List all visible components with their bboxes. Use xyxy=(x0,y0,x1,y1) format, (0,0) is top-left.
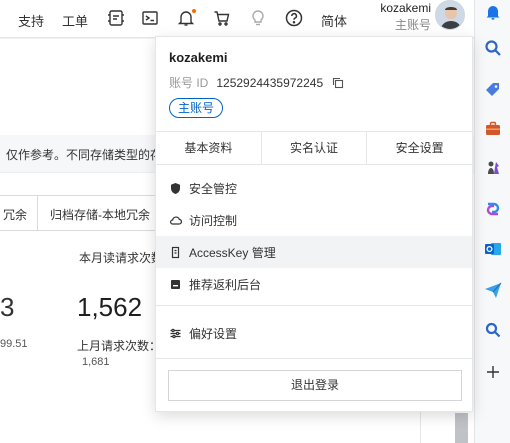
key-icon xyxy=(168,245,182,259)
sliders-icon xyxy=(168,326,182,340)
copilot-icon[interactable] xyxy=(483,199,503,219)
icp-icon[interactable] xyxy=(104,6,128,30)
tab-security-settings[interactable]: 安全设置 xyxy=(367,132,472,164)
logout-button[interactable]: 退出登录 xyxy=(168,370,462,401)
scrollbar-thumb[interactable] xyxy=(452,413,468,443)
account-dropdown: kozakemi 账号 ID 1252924435972245 主账号 基本资料… xyxy=(155,36,473,412)
menu-label: 推荐返利后台 xyxy=(189,277,262,292)
search-small-icon[interactable] xyxy=(483,320,503,340)
tab-real-name[interactable]: 实名认证 xyxy=(262,132,368,164)
language-switch[interactable]: 简体 xyxy=(321,11,347,30)
menu-label: 安全管控 xyxy=(189,181,238,196)
top-bar: 支持 工单 简体 kozakemi 主账号 xyxy=(0,0,474,38)
profile-tabs: 基本资料 实名认证 安全设置 xyxy=(156,131,472,165)
terminal-icon[interactable] xyxy=(138,6,162,30)
account-id-label: 账号 ID xyxy=(169,76,209,90)
bell-icon[interactable] xyxy=(174,6,198,30)
stat-value: 1,562 xyxy=(77,292,143,322)
account-name: kozakemi xyxy=(169,50,228,65)
role-badge: 主账号 xyxy=(169,98,224,118)
menu-security-control[interactable]: 安全管控 xyxy=(156,172,472,204)
account-role-label: 主账号 xyxy=(394,18,431,32)
menu-divider xyxy=(156,305,472,306)
stat-prev-label: 上月请求次数： xyxy=(77,339,162,353)
copy-icon[interactable] xyxy=(332,77,344,89)
stat-label: 本月读请求次数 xyxy=(79,251,164,265)
account-id-row: 账号 ID 1252924435972245 xyxy=(169,74,344,91)
tab-archive-local[interactable]: 归档存储-本地冗余 xyxy=(37,195,163,231)
tag-icon[interactable] xyxy=(483,80,503,100)
cart-icon[interactable] xyxy=(210,6,234,30)
chess-icon[interactable] xyxy=(483,158,503,178)
bell-icon[interactable] xyxy=(483,2,503,22)
cloud-icon xyxy=(168,213,182,227)
gift-icon xyxy=(168,277,182,291)
help-icon[interactable] xyxy=(282,6,306,30)
menu-label: 访问控制 xyxy=(189,213,238,228)
add-icon[interactable] xyxy=(483,362,503,382)
browser-sidebar xyxy=(474,0,510,443)
avatar[interactable] xyxy=(435,0,465,30)
tab-redundancy[interactable]: 冗余 xyxy=(0,195,38,231)
outlook-icon[interactable] xyxy=(483,239,503,259)
menu-label: AccessKey 管理 xyxy=(189,245,276,260)
bulb-icon[interactable] xyxy=(246,6,270,30)
tab-basic-info[interactable]: 基本资料 xyxy=(156,132,262,164)
menu-preferences[interactable]: 偏好设置 xyxy=(156,317,472,349)
support-link[interactable]: 支持 xyxy=(18,11,44,30)
shield-icon xyxy=(168,181,182,195)
left-stat-value: 3 xyxy=(0,292,15,322)
notification-dot xyxy=(192,9,196,13)
username-label: kozakemi xyxy=(380,1,431,15)
stat-prev-value: 1,681 xyxy=(82,356,110,368)
menu-access-control[interactable]: 访问控制 xyxy=(156,204,472,236)
send-icon[interactable] xyxy=(483,280,503,300)
left-stat-small: 99.51 xyxy=(0,338,28,350)
ticket-link[interactable]: 工单 xyxy=(62,11,88,30)
menu-referral[interactable]: 推荐返利后台 xyxy=(156,268,472,300)
search-icon[interactable] xyxy=(483,38,503,58)
account-id-value: 1252924435972245 xyxy=(216,75,324,90)
menu-label: 偏好设置 xyxy=(189,326,238,341)
notice-text: 仅作参考。不同存储类型的存 xyxy=(6,148,163,162)
user-info[interactable]: kozakemi 主账号 xyxy=(380,1,431,33)
briefcase-icon[interactable] xyxy=(483,119,503,139)
menu-divider xyxy=(156,358,472,359)
menu-accesskey[interactable]: AccessKey 管理 xyxy=(156,236,472,268)
